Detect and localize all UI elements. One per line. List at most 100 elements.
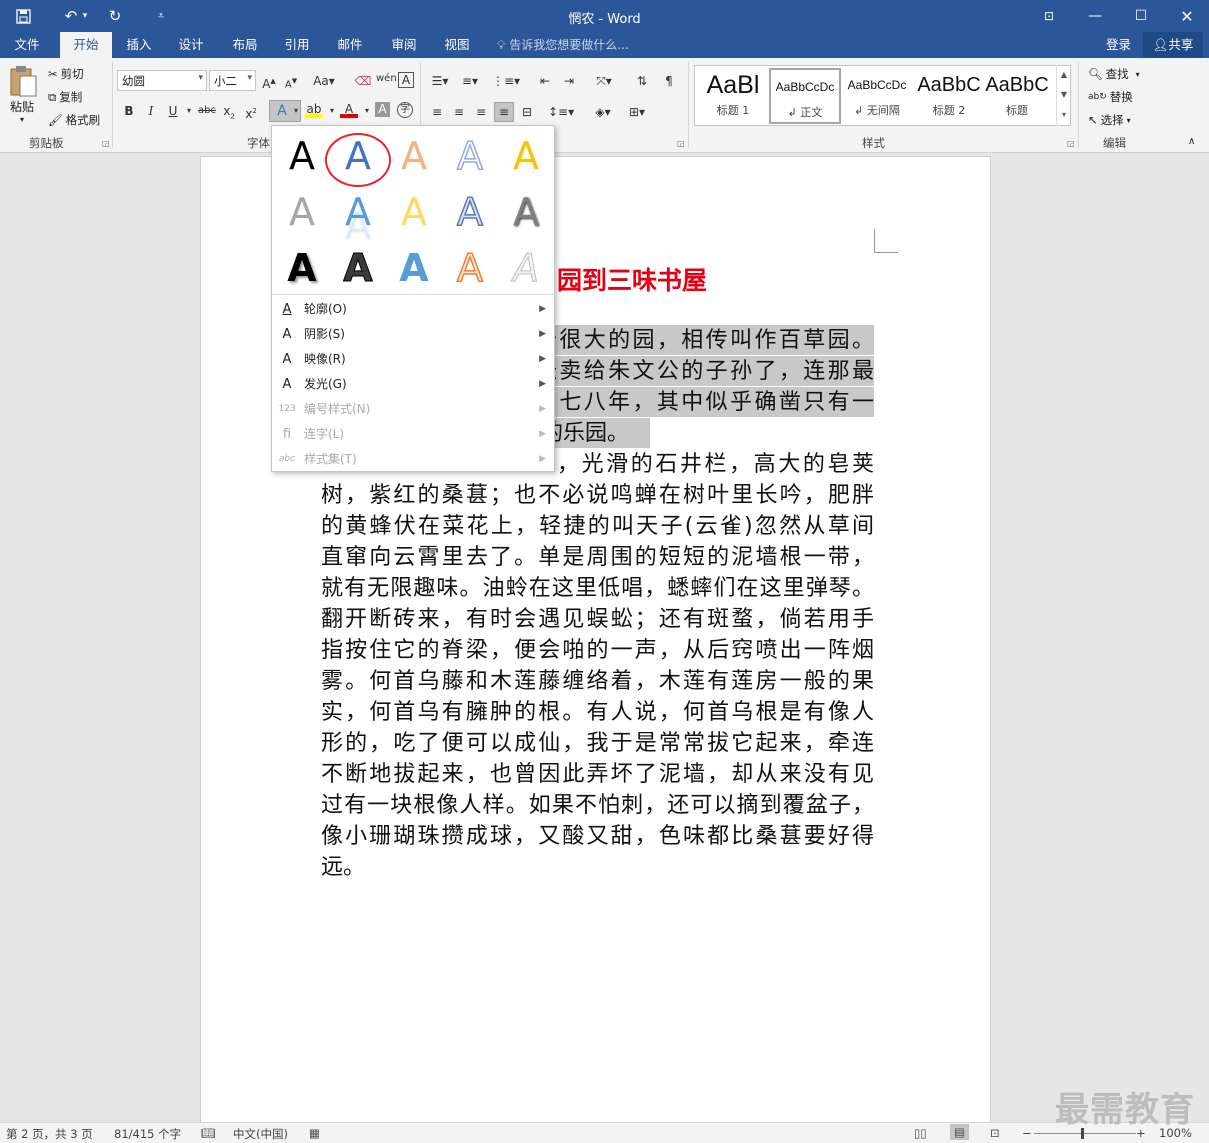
effect-gray-shadow[interactable]: A [500,186,552,238]
document-line[interactable]: 直窜向云霄里去了。单是周围的短短的泥墙根一带， [321,542,874,573]
document-line[interactable]: 形的，吃了便可以成仙，我于是常常拔它起来，牵连 [321,728,874,759]
print-layout-icon[interactable]: ▤ [950,1124,969,1140]
paste-icon[interactable] [8,64,40,98]
chevron-down-icon[interactable]: ▼ [1057,85,1071,105]
document-line[interactable]: ，光滑的石井栏，高大的皂荚 [557,449,874,480]
effect-orange-outline[interactable]: A [444,242,496,294]
tab-insert[interactable]: 插入 [114,32,164,58]
minimize-icon[interactable]: — [1072,0,1118,32]
word-count[interactable]: 81/415 个字 [114,1126,181,1142]
font-name-combo[interactable]: 幼圆 ▾ [117,70,207,91]
document-line[interactable]: 经卖给朱文公的子孙了，连那最 [535,356,874,387]
style-heading-2[interactable]: AaBbC 标题 2 [913,68,985,124]
clear-formatting-icon[interactable]: ⌫ [354,72,372,90]
tab-home[interactable]: 开始 [60,32,112,58]
show-marks-icon[interactable]: ¶ [660,72,678,90]
document-line[interactable]: 过有一块根像人样。如果不怕刺，还可以摘到覆盆子， [321,790,874,821]
effect-blue-outline-fill[interactable]: A [444,186,496,238]
effect-black-shadow[interactable]: A [276,242,328,294]
macro-icon[interactable]: ▦ [309,1126,320,1140]
align-left-icon[interactable]: ≡ [428,103,446,121]
decrease-indent-icon[interactable]: ⇤ [536,72,554,90]
read-mode-icon[interactable]: ▯▯ [914,1126,927,1140]
document-line[interactable]: 就有无限趣味。油蛉在这里低唱，蟋蟀们在这里弹琴。 [321,573,874,604]
italic-icon[interactable]: I [142,102,160,120]
replace-button[interactable]: ab↻ 替换 [1088,89,1133,105]
shading-icon[interactable]: ◈▾ [590,103,616,121]
bold-icon[interactable]: B [120,102,138,120]
character-border-icon[interactable]: A [398,72,414,88]
document-line[interactable]: 实，何首乌有臃肿的根。有人说，何首乌根是有像人 [321,697,874,728]
document-line[interactable]: 个很大的园，相传叫作百草园。 [535,325,874,356]
align-center-icon[interactable]: ≡ [450,103,468,121]
bullets-icon[interactable]: ☰▾ [428,72,452,90]
change-case-icon[interactable]: Aa▾ [310,72,338,90]
share-button[interactable]: 👤︎共享 [1143,32,1203,58]
menu-item-shadow[interactable]: A 阴影(S) ▶ [272,322,554,347]
gallery-more-icon[interactable]: ▾ [1057,105,1071,125]
tab-references[interactable]: 引用 [272,32,322,58]
zoom-slider[interactable] [1034,1133,1136,1134]
cut-button[interactable]: ✂ 剪切 [48,66,84,82]
shrink-font-icon[interactable]: A▼ [282,72,300,90]
effect-blue-bevel[interactable]: A [388,242,440,294]
effect-blue-outline[interactable]: A [444,130,496,182]
subscript-icon[interactable]: x2 [220,102,238,120]
document-line[interactable]: 像小珊瑚珠攒成球，又酸又甜，色味都比桑葚要好得 [321,821,874,852]
highlight-icon[interactable]: ab [305,100,323,118]
strikethrough-icon[interactable]: abc [196,102,218,120]
tab-file[interactable]: 文件 [0,32,54,58]
distributed-icon[interactable]: ⊟ [518,103,536,121]
document-line[interactable]: 的乐园。 [541,418,661,449]
highlight-dropdown-icon[interactable]: ▾ [323,102,341,120]
language-indicator[interactable]: 中文(中国) [233,1126,288,1142]
style-no-spacing[interactable]: AaBbCcDc ↲ 无间隔 [841,68,913,124]
tab-mailings[interactable]: 邮件 [325,32,375,58]
grow-font-icon[interactable]: A▲ [260,72,278,91]
effect-light-gray[interactable]: A [500,242,552,294]
document-line[interactable]: 不断地拔起来，也曾因此弄坏了泥墙，却从来没有见 [321,759,874,790]
document-line[interactable]: 翻开断砖来，有时会遇见蜈蚣；还有斑蝥，倘若用手 [321,604,874,635]
font-size-combo[interactable]: 小二 ▾ [209,70,256,91]
chevron-up-icon[interactable]: ▲ [1057,65,1071,85]
effect-blue-reflection[interactable]: A [332,186,384,238]
document-area[interactable]: 园到三味书屋 个很大的园，相传叫作百草园。 经卖给朱文公的子孙了，连那最 了七八… [0,154,1209,1124]
superscript-icon[interactable]: x2 [242,102,260,121]
increase-indent-icon[interactable]: ⇥ [560,72,578,90]
document-heading[interactable]: 园到三味书屋 [557,261,707,297]
styles-launcher-icon[interactable]: ◲ [1067,139,1075,148]
effect-dark-bevel[interactable]: A [332,242,384,294]
menu-item-outline[interactable]: A 轮廓(O) ▶ [272,297,554,322]
tab-view[interactable]: 视图 [432,32,482,58]
tab-design[interactable]: 设计 [166,32,216,58]
justify-icon[interactable]: ≡ [494,102,514,122]
format-painter-button[interactable]: 🖌︎ 格式刷 [48,112,100,128]
document-line[interactable]: 树，紫红的桑葚；也不必说鸣蝉在树叶里长吟，肥胖 [321,480,874,511]
tab-review[interactable]: 审阅 [379,32,429,58]
page-count[interactable]: 第 2 页，共 3 页 [6,1126,93,1142]
find-button[interactable]: 🔍︎ 查找 ▾ [1088,66,1140,82]
document-line[interactable]: 指按住它的脊梁，便会啪的一声，从后窍喷出一阵烟 [321,635,874,666]
sort-icon[interactable]: ⇅ [633,72,651,90]
document-line[interactable]: 了七八年，其中似乎确凿只有一 [535,387,874,418]
maximize-icon[interactable]: ☐ [1118,0,1164,32]
align-right-icon[interactable]: ≡ [472,103,490,121]
effect-gray-fill[interactable]: A [276,186,328,238]
collapse-ribbon-icon[interactable]: ∧ [1188,136,1195,147]
document-line[interactable]: 远。 [321,852,874,883]
style-heading-1[interactable]: AaBl 标题 1 [697,68,769,124]
line-spacing-icon[interactable]: ↕≡▾ [548,103,574,121]
font-color-dropdown-icon[interactable]: ▾ [358,102,376,120]
menu-item-reflection[interactable]: A 映像(R) ▶ [272,347,554,372]
character-shading-icon[interactable]: A [375,102,390,117]
web-layout-icon[interactable]: ⊡ [990,1126,1000,1140]
copy-button[interactable]: ⧉ 复制 [48,89,82,105]
phonetic-guide-icon[interactable]: wén [376,70,397,88]
menu-item-glow[interactable]: A 发光(G) ▶ [272,372,554,397]
borders-icon[interactable]: ⊞▾ [624,103,650,121]
zoom-out-icon[interactable]: − [1022,1126,1032,1140]
clipboard-launcher-icon[interactable]: ◲ [102,139,110,148]
effect-yellow-fill[interactable]: A [388,186,440,238]
paragraph-launcher-icon[interactable]: ◲ [677,139,685,148]
effect-orange-fill[interactable]: A [388,130,440,182]
